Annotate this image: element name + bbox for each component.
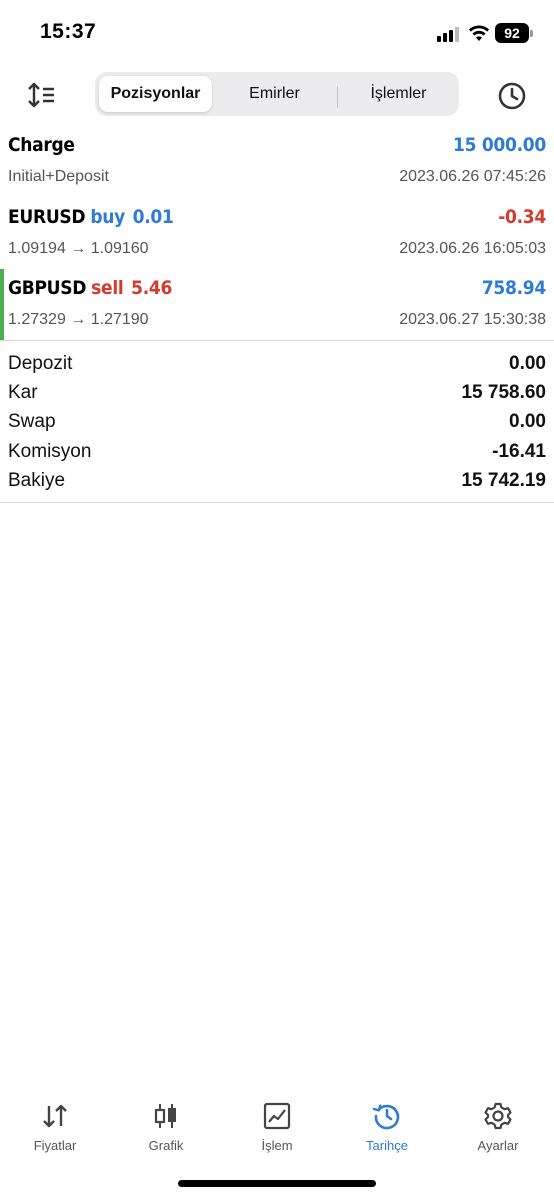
tab-label: Grafik bbox=[148, 1138, 184, 1153]
deal-amount: 758.94 bbox=[481, 277, 546, 299]
deal-amount: -0.34 bbox=[498, 206, 546, 228]
summary-value: 0.00 bbox=[509, 411, 546, 432]
history-icon bbox=[372, 1104, 400, 1130]
tab-history[interactable]: Tarihçe bbox=[332, 1098, 442, 1168]
summary-value: 15 742.19 bbox=[461, 470, 546, 491]
summary-balance: Bakiye 15 742.19 bbox=[0, 467, 554, 496]
tab-label: İşlem bbox=[261, 1138, 293, 1153]
candlestick-icon bbox=[154, 1104, 176, 1128]
tab-positions[interactable]: Pozisyonlar bbox=[99, 76, 212, 112]
status-bar: 15:37 92 bbox=[0, 0, 554, 62]
summary-commission: Komisyon -16.41 bbox=[0, 438, 554, 467]
tab-orders[interactable]: Emirler bbox=[218, 76, 331, 112]
deal-symbol: Charge bbox=[8, 134, 75, 156]
battery-indicator: 92 bbox=[495, 23, 529, 43]
deal-volume: 5.46 bbox=[131, 277, 173, 299]
deal-volume: 0.01 bbox=[132, 206, 174, 228]
battery-cap bbox=[530, 30, 533, 37]
sort-icon[interactable] bbox=[24, 78, 60, 112]
segment-divider bbox=[337, 86, 338, 108]
trade-chart-icon bbox=[263, 1102, 291, 1130]
deal-amount: 15 000.00 bbox=[453, 134, 546, 156]
status-time: 15:37 bbox=[40, 20, 97, 43]
tab-deals[interactable]: İşlemler bbox=[342, 76, 455, 112]
tab-settings[interactable]: Ayarlar bbox=[443, 1098, 553, 1168]
summary-value: 15 758.60 bbox=[461, 382, 546, 403]
summary-label: Komisyon bbox=[8, 441, 92, 462]
quotes-icon bbox=[43, 1104, 67, 1128]
summary-profit: Kar 15 758.60 bbox=[0, 379, 554, 408]
profit-indicator-bar bbox=[0, 269, 4, 341]
deal-row-eurusd[interactable]: EURUSD buy 0.01 -0.34 1.09194 → 1.09160 2… bbox=[0, 198, 554, 270]
toolbar: Pozisyonlar Emirler İşlemler bbox=[0, 68, 554, 122]
summary-label: Depozit bbox=[8, 353, 73, 374]
deal-time: 2023.06.27 15:30:38 bbox=[399, 311, 546, 328]
deal-detail: Initial+Deposit bbox=[8, 168, 109, 185]
deal-row-gbpusd[interactable]: GBPUSD sell 5.46 758.94 1.27329 → 1.27190… bbox=[0, 269, 554, 341]
summary-label: Kar bbox=[8, 382, 38, 403]
deal-side: sell bbox=[91, 277, 124, 299]
deal-time: 2023.06.26 07:45:26 bbox=[399, 168, 546, 185]
home-indicator[interactable] bbox=[178, 1180, 376, 1187]
list-divider bbox=[0, 340, 554, 341]
clock-icon[interactable] bbox=[494, 78, 530, 114]
tab-label: Tarihçe bbox=[366, 1138, 408, 1153]
tab-label: Ayarlar bbox=[477, 1138, 519, 1153]
deal-detail: 1.09194 → 1.09160 bbox=[8, 240, 149, 257]
tab-label: Fiyatlar bbox=[33, 1138, 77, 1153]
summary-swap: Swap 0.00 bbox=[0, 408, 554, 437]
deal-symbol: EURUSD bbox=[8, 206, 86, 228]
segmented-control: Pozisyonlar Emirler İşlemler bbox=[95, 72, 459, 116]
summary-value: 0.00 bbox=[509, 353, 546, 374]
deal-symbol: GBPUSD bbox=[8, 277, 87, 299]
tab-trade[interactable]: İşlem bbox=[222, 1098, 332, 1168]
deal-time: 2023.06.26 16:05:03 bbox=[399, 240, 546, 257]
gear-icon bbox=[484, 1102, 512, 1130]
deal-detail: 1.27329 → 1.27190 bbox=[8, 311, 149, 328]
summary-deposit: Depozit 0.00 bbox=[0, 350, 554, 379]
wifi-icon bbox=[469, 25, 489, 41]
deal-row-charge[interactable]: Charge 15 000.00 Initial+Deposit 2023.06… bbox=[0, 126, 554, 198]
deal-side: buy bbox=[90, 206, 125, 228]
tab-chart[interactable]: Grafik bbox=[111, 1098, 221, 1168]
summary-label: Swap bbox=[8, 411, 56, 432]
summary-divider bbox=[0, 502, 554, 503]
summary-value: -16.41 bbox=[492, 441, 546, 462]
tab-quotes[interactable]: Fiyatlar bbox=[0, 1098, 110, 1168]
cellular-signal-icon bbox=[437, 26, 461, 42]
summary-label: Bakiye bbox=[8, 470, 66, 491]
